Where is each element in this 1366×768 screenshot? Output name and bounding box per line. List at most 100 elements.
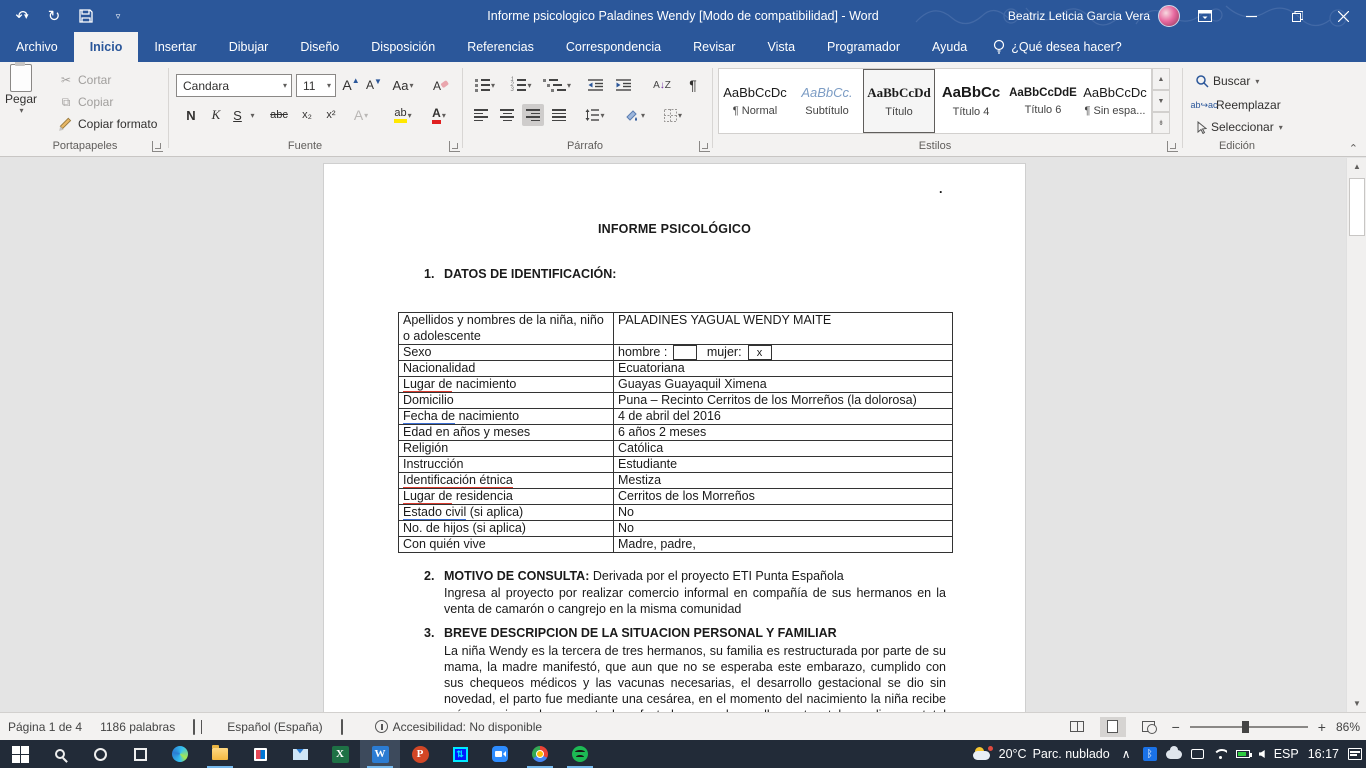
volume-icon[interactable] [1259,750,1265,758]
macro-recording-icon[interactable] [341,720,357,734]
borders-button[interactable]: ▾ [658,104,688,126]
table-value-cell[interactable]: Madre, padre, [614,537,952,552]
numbering-button[interactable]: 123▾ [506,74,536,96]
proofing-icon[interactable] [193,720,209,734]
clock[interactable]: 16:17 [1308,747,1339,761]
taskbar-taskview-icon[interactable] [120,740,160,768]
table-value-cell[interactable]: Guayas Guayaquil Ximena [614,377,952,392]
table-row[interactable]: Con quién viveMadre, padre, [399,537,952,553]
table-row[interactable]: InstrucciónEstudiante [399,457,952,473]
taskbar-spotify-icon[interactable] [560,740,600,768]
table-value-cell[interactable]: No [614,505,952,520]
tab-diseno[interactable]: Diseño [284,32,355,62]
table-value-cell[interactable]: Ecuatoriana [614,361,952,376]
text-effects-button[interactable]: A▾ [350,104,372,126]
table-value-cell[interactable]: Mestiza [614,473,952,488]
replace-button[interactable]: ab↪ac Reemplazar [1196,97,1281,113]
line-spacing-button[interactable]: ▾ [580,104,610,126]
subscript-button[interactable]: x₂ [296,104,318,126]
table-row[interactable]: NacionalidadEcuatoriana [399,361,952,377]
web-layout-icon[interactable] [1136,717,1162,737]
battery-icon[interactable] [1236,750,1250,758]
font-color-button[interactable]: A▾ [425,104,453,126]
taskbar-ppt-icon[interactable]: P [400,740,440,768]
page-indicator[interactable]: Página 1 de 4 [8,720,82,734]
font-family-select[interactable]: Candara▾ [176,74,292,97]
weather-widget[interactable]: 20°C Parc. nublado [973,747,1110,761]
change-case-button[interactable]: Aa▾ [388,74,418,96]
table-value-cell[interactable]: hombre : mujer:x [614,345,952,360]
tab-dibujar[interactable]: Dibujar [213,32,285,62]
section2-heading-line[interactable]: MOTIVO DE CONSULTA: Derivada por el proy… [444,569,946,583]
zoom-slider[interactable] [1190,726,1308,728]
document-page[interactable]: . INFORME PSICOLÓGICO 1. DATOS DE IDENTI… [323,163,1026,712]
table-value-cell[interactable]: 6 años 2 meses [614,425,952,440]
table-row[interactable]: Estado civil (si aplica)No [399,505,952,521]
table-value-cell[interactable]: 4 de abril del 2016 [614,409,952,424]
align-left-button[interactable] [470,104,492,126]
close-icon[interactable] [1320,0,1366,32]
zoom-level[interactable]: 86% [1336,720,1360,734]
style-título[interactable]: AaBbCcDdTítulo [863,69,935,133]
tab-referencias[interactable]: Referencias [451,32,550,62]
align-right-button[interactable] [522,104,544,126]
table-value-cell[interactable]: No [614,521,952,536]
print-layout-icon[interactable] [1100,717,1126,737]
style-sinespa[interactable]: AaBbCcDc¶ Sin espa... [1079,69,1151,133]
minimize-icon[interactable] [1228,0,1274,32]
onedrive-cloud-icon[interactable] [1166,750,1182,759]
accessibility-status[interactable]: Accesibilidad: No disponible [375,720,542,734]
font-dialog-launcher-icon[interactable] [449,141,460,152]
table-row[interactable]: Fecha de nacimiento4 de abril del 2016 [399,409,952,425]
table-label-cell[interactable]: Religión [399,441,614,456]
sort-button[interactable]: A↓Z [648,74,676,96]
bluetooth-icon[interactable]: ᛒ [1143,747,1157,761]
bold-button[interactable]: N [180,104,202,126]
table-label-cell[interactable]: Fecha de nacimiento [399,409,614,424]
style-título6[interactable]: AaBbCcDdETítulo 6 [1007,69,1079,133]
table-row[interactable]: Edad en años y meses6 años 2 meses [399,425,952,441]
word-count[interactable]: 1186 palabras [100,720,175,734]
document-canvas[interactable]: . INFORME PSICOLÓGICO 1. DATOS DE IDENTI… [0,158,1346,712]
table-label-cell[interactable]: Identificación étnica [399,473,614,488]
document-title[interactable]: INFORME PSICOLÓGICO [324,222,1025,236]
table-row[interactable]: Lugar de residenciaCerritos de los Morre… [399,489,952,505]
tab-archivo[interactable]: Archivo [0,32,74,62]
style-título4[interactable]: AaBbCcTítulo 4 [935,69,1007,133]
zoom-out-icon[interactable]: − [1172,719,1180,735]
table-value-cell[interactable]: Puna – Recinto Cerritos de los Morreños … [614,393,952,408]
section3-body[interactable]: La niña Wendy es la tercera de tres herm… [444,643,946,712]
tell-me-box[interactable]: ¿Qué desea hacer? [983,32,1122,62]
cast-icon[interactable] [1191,749,1204,759]
language-switcher[interactable]: ESP [1274,747,1299,761]
table-label-cell[interactable]: Con quién vive [399,537,614,552]
grow-font-button[interactable]: A▲ [340,74,362,96]
scroll-up-icon[interactable]: ▲ [1348,158,1366,175]
table-label-cell[interactable]: Estado civil (si aplica) [399,505,614,520]
format-painter-button[interactable]: Copiar formato [58,116,157,132]
table-label-cell[interactable]: Nacionalidad [399,361,614,376]
clipboard-dialog-launcher-icon[interactable] [152,141,163,152]
tab-programador[interactable]: Programador [811,32,916,62]
notification-center-icon[interactable] [1348,748,1362,760]
styles-more-icon[interactable]: ⇟ [1152,112,1170,134]
collapse-ribbon-icon[interactable]: ⌃ [1349,142,1358,155]
taskbar-edge-icon[interactable] [160,740,200,768]
taskbar-cortana-icon[interactable] [80,740,120,768]
taskbar-zoomapp-icon[interactable] [480,740,520,768]
taskbar-folder-icon[interactable] [200,740,240,768]
hombre-checkbox[interactable] [673,345,697,360]
highlight-color-button[interactable]: ab▾ [388,104,418,126]
select-button[interactable]: Seleccionar▾ [1196,120,1283,134]
scrollbar-thumb[interactable] [1349,178,1365,236]
align-center-button[interactable] [496,104,518,126]
read-mode-icon[interactable] [1064,717,1090,737]
table-row[interactable]: ReligiónCatólica [399,441,952,457]
table-value-cell[interactable]: PALADINES YAGUAL WENDY MAITE [614,313,952,344]
table-value-cell[interactable]: Estudiante [614,457,952,472]
section1-heading[interactable]: DATOS DE IDENTIFICACIÓN: [444,267,616,281]
underline-caret-icon[interactable]: ▾ [246,104,258,126]
underline-button[interactable]: S [230,104,245,126]
increase-indent-button[interactable] [612,74,634,96]
identification-table[interactable]: Apellidos y nombres de la niña, niño o a… [398,312,953,553]
